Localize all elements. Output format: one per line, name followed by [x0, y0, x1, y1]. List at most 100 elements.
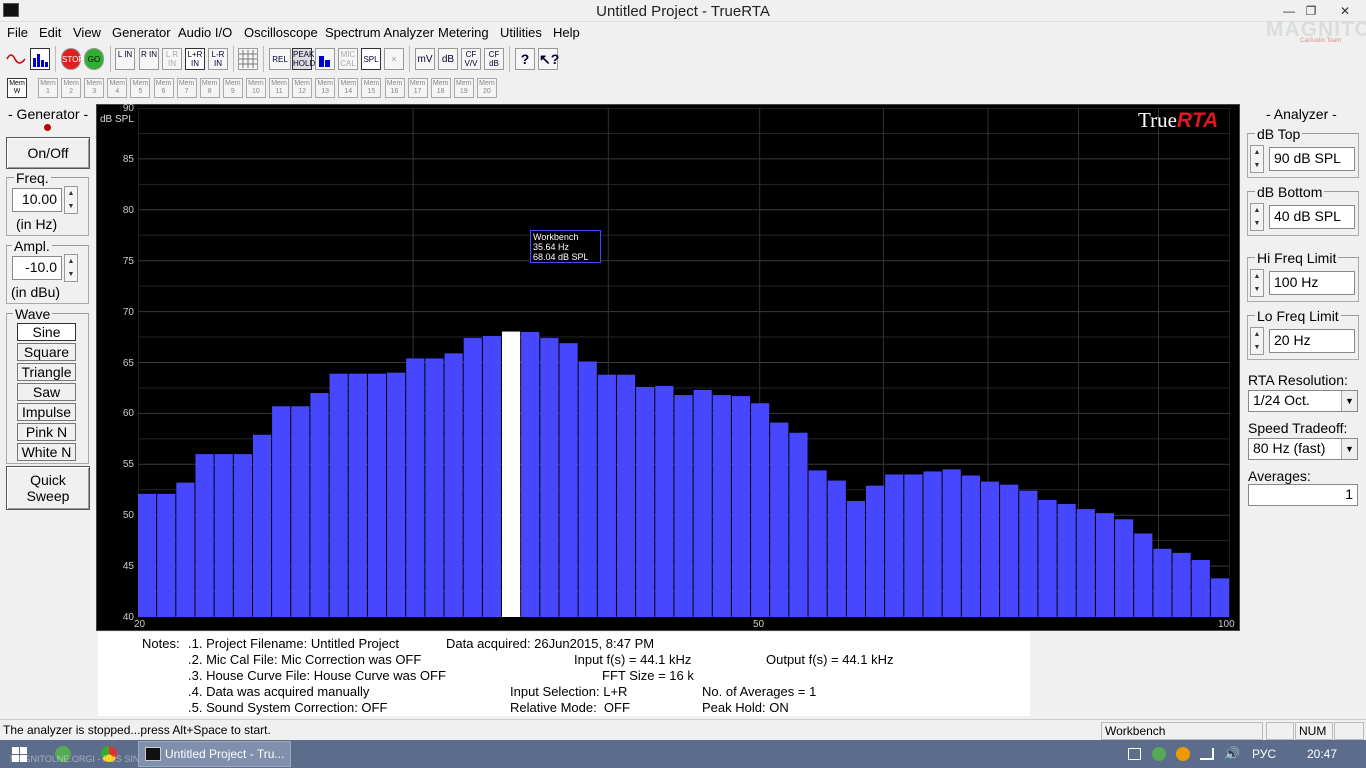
- rta-bar[interactable]: [214, 454, 233, 617]
- mem-slot-20-button[interactable]: Mem 20: [476, 78, 497, 98]
- rta-bar[interactable]: [444, 353, 463, 617]
- ampl-spinner[interactable]: ▲ ▼: [64, 254, 78, 282]
- mem-slot-6-button[interactable]: Mem 6: [153, 78, 174, 98]
- db-top-spinner[interactable]: ▲ ▼: [1250, 145, 1264, 173]
- rta-bar[interactable]: [961, 475, 980, 617]
- oscilloscope-view-button[interactable]: [6, 48, 26, 70]
- menu-file[interactable]: File: [7, 25, 28, 40]
- rta-bar[interactable]: [1172, 552, 1191, 617]
- menu-edit[interactable]: Edit: [39, 25, 61, 40]
- rta-bar[interactable]: [463, 338, 482, 617]
- spl-button[interactable]: SPL: [361, 48, 381, 70]
- volume-icon[interactable]: 🔊: [1224, 746, 1240, 762]
- rta-bar[interactable]: [827, 480, 846, 617]
- l-in-button[interactable]: L IN: [115, 48, 135, 70]
- rta-bar[interactable]: [482, 336, 501, 617]
- tray-utorrent-icon[interactable]: [1152, 747, 1166, 761]
- rta-bar[interactable]: [1057, 504, 1076, 617]
- rta-bar[interactable]: [1019, 490, 1038, 617]
- rta-bar[interactable]: [1210, 578, 1229, 617]
- lo-freq-spinner[interactable]: ▲ ▼: [1250, 327, 1264, 355]
- rta-bar[interactable]: [157, 493, 176, 617]
- clock[interactable]: 20:47: [1307, 747, 1337, 761]
- speed-tradeoff-select[interactable]: 80 Hz (fast) ▼: [1248, 438, 1358, 460]
- rta-bar[interactable]: [138, 493, 157, 617]
- rta-bar[interactable]: [540, 338, 559, 617]
- wave-white-noise-button[interactable]: White N: [17, 443, 76, 461]
- rta-bar[interactable]: [1115, 519, 1134, 617]
- tray-app-icon[interactable]: [1176, 747, 1190, 761]
- mem-slot-7-button[interactable]: Mem 7: [176, 78, 197, 98]
- l-plus-r-in-button[interactable]: L+R IN: [185, 48, 205, 70]
- mem-w-button[interactable]: Mem W: [7, 78, 27, 98]
- mem-slot-18-button[interactable]: Mem 18: [430, 78, 451, 98]
- mem-slot-9-button[interactable]: Mem 9: [222, 78, 243, 98]
- mem-slot-14-button[interactable]: Mem 14: [338, 78, 359, 98]
- rta-bar[interactable]: [942, 469, 961, 617]
- rta-bar[interactable]: [1191, 559, 1210, 617]
- wave-sine-button[interactable]: Sine: [17, 323, 76, 341]
- mem-slot-16-button[interactable]: Mem 16: [384, 78, 405, 98]
- rta-bar[interactable]: [674, 395, 693, 617]
- cf-vv-button[interactable]: CF V/V: [461, 48, 481, 70]
- rta-bar[interactable]: [923, 471, 942, 617]
- rta-bar[interactable]: [789, 432, 808, 617]
- grid-icon[interactable]: [238, 48, 258, 70]
- ampl-input[interactable]: -10.0: [12, 256, 62, 280]
- rta-bar[interactable]: [176, 482, 195, 617]
- rta-bar[interactable]: [521, 331, 540, 617]
- mem-slot-2-button[interactable]: Mem 2: [61, 78, 82, 98]
- db-button[interactable]: dB: [438, 48, 458, 70]
- rta-bar[interactable]: [425, 358, 444, 617]
- mem-slot-3-button[interactable]: Mem 3: [84, 78, 105, 98]
- mem-slot-11-button[interactable]: Mem 11: [269, 78, 289, 98]
- wave-impulse-button[interactable]: Impulse: [17, 403, 76, 421]
- rta-bar[interactable]: [272, 406, 291, 617]
- lo-freq-input[interactable]: 20 Hz: [1269, 329, 1355, 353]
- mem-slot-17-button[interactable]: Mem 17: [407, 78, 428, 98]
- mem-slot-4-button[interactable]: Mem 4: [107, 78, 128, 98]
- generator-onoff-button[interactable]: On/Off: [6, 137, 90, 169]
- mv-button[interactable]: mV: [415, 48, 435, 70]
- rta-bar[interactable]: [1134, 533, 1153, 617]
- average-bars-icon[interactable]: [315, 48, 335, 70]
- mem-slot-5-button[interactable]: Mem 5: [130, 78, 151, 98]
- hi-freq-spinner[interactable]: ▲ ▼: [1250, 269, 1264, 297]
- rta-bar[interactable]: [329, 373, 348, 617]
- freq-input[interactable]: 10.00: [12, 188, 62, 212]
- menu-oscilloscope[interactable]: Oscilloscope: [244, 25, 318, 40]
- wave-square-button[interactable]: Square: [17, 343, 76, 361]
- rta-bar[interactable]: [731, 396, 751, 617]
- wave-triangle-button[interactable]: Triangle: [17, 363, 76, 381]
- rta-bar[interactable]: [636, 386, 655, 617]
- rta-bar[interactable]: [502, 331, 521, 617]
- wave-saw-button[interactable]: Saw: [17, 383, 76, 401]
- quick-sweep-button[interactable]: Quick Sweep: [6, 466, 90, 510]
- rta-bar[interactable]: [770, 422, 789, 617]
- rta-bar[interactable]: [195, 454, 214, 617]
- mic-cal-button[interactable]: MIC CAL: [338, 48, 358, 70]
- action-center-icon[interactable]: [1128, 748, 1141, 760]
- mem-slot-1-button[interactable]: Mem 1: [38, 78, 58, 98]
- peak-hold-button[interactable]: PEAK HOLD: [292, 48, 315, 70]
- chevron-down-icon[interactable]: ▼: [1341, 439, 1357, 459]
- rta-bar[interactable]: [751, 403, 770, 617]
- db-bottom-input[interactable]: 40 dB SPL: [1269, 205, 1355, 229]
- mem-slot-12-button[interactable]: Mem 12: [292, 78, 313, 98]
- chevron-down-icon[interactable]: ▼: [1341, 391, 1357, 411]
- db-bottom-spinner[interactable]: ▲ ▼: [1250, 203, 1264, 231]
- mem-slot-8-button[interactable]: Mem 8: [199, 78, 220, 98]
- mem-slot-15-button[interactable]: Mem 15: [361, 78, 382, 98]
- rel-button[interactable]: REL: [269, 48, 291, 70]
- hi-freq-input[interactable]: 100 Hz: [1269, 271, 1355, 295]
- rta-bar[interactable]: [712, 395, 731, 617]
- rta-resolution-select[interactable]: 1/24 Oct. ▼: [1248, 390, 1358, 412]
- rta-bar[interactable]: [1095, 513, 1115, 617]
- rta-bar[interactable]: [559, 343, 578, 617]
- rta-plot-area[interactable]: [138, 108, 1230, 617]
- mem-slot-10-button[interactable]: Mem 10: [245, 78, 266, 98]
- l-minus-r-in-button[interactable]: L-R IN: [208, 48, 228, 70]
- taskbar-active-task[interactable]: Untitled Project - Tru...: [138, 741, 291, 767]
- context-help-icon[interactable]: ↖?: [538, 48, 559, 70]
- mem-slot-19-button[interactable]: Mem 19: [453, 78, 474, 98]
